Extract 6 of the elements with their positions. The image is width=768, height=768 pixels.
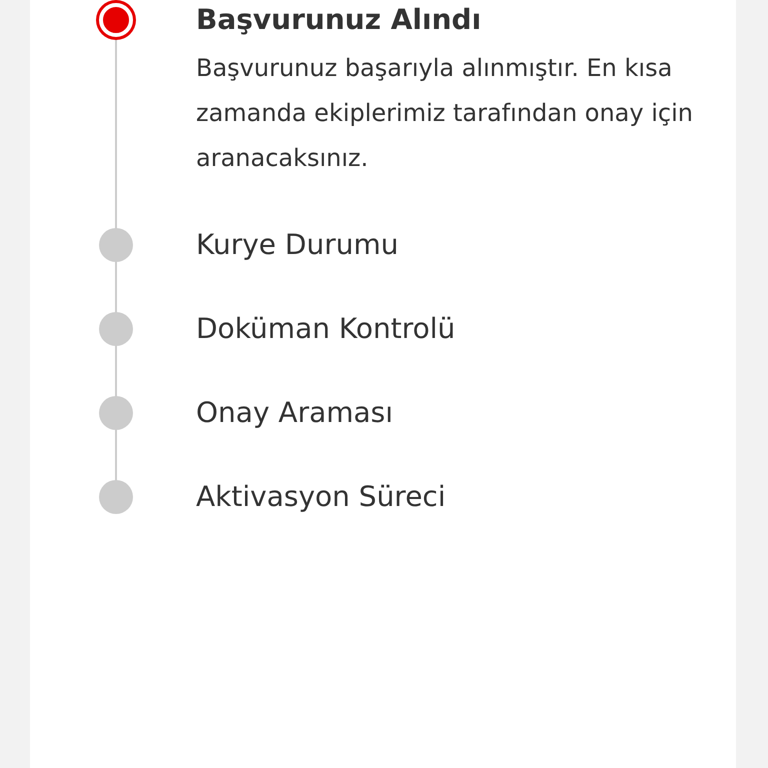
step-title: Kurye Durumu	[196, 227, 399, 263]
step-description: Başvurunuz başarıyla alınmıştır. En kısa zamanda ekiplerimiz tarafından onay için aranacaksınız.	[196, 53, 694, 174]
step-title: Doküman Kontrolü	[196, 311, 456, 347]
step-title: Onay Araması	[196, 395, 394, 431]
step-title: Başvurunuz Alındı	[196, 2, 482, 38]
step-title: Aktivasyon Süreci	[196, 479, 446, 515]
